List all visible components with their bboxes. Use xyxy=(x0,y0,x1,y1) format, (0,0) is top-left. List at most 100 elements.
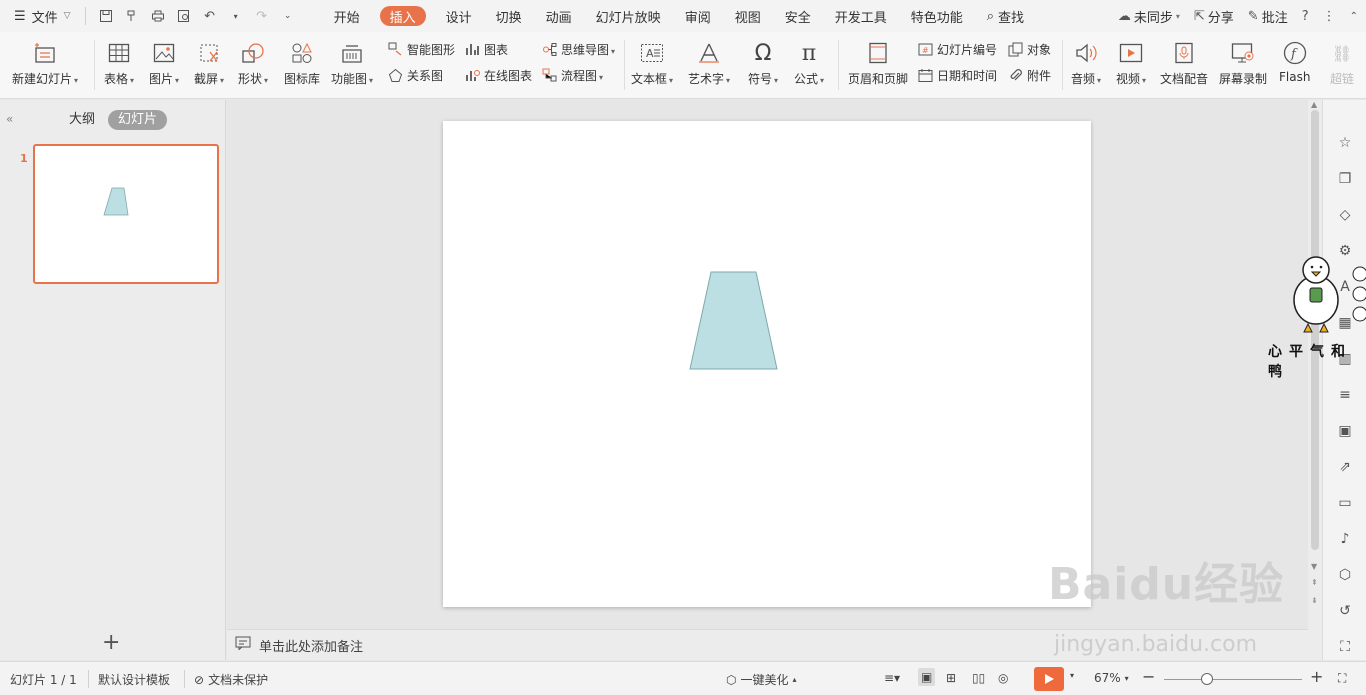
header-footer-button[interactable]: 页眉和页脚 xyxy=(848,40,908,87)
tab-home[interactable]: 开始 xyxy=(322,0,372,32)
relation-chart-button[interactable]: 关系图 xyxy=(388,67,443,84)
fullscreen-icon[interactable]: ⛶ xyxy=(1336,638,1354,656)
screenshot-button[interactable]: 截屏 xyxy=(194,40,224,87)
function-chart-button[interactable]: 功能图 xyxy=(331,40,373,87)
screen-record-button[interactable]: 屏幕录制 xyxy=(1219,40,1267,87)
tab-review[interactable]: 审阅 xyxy=(673,0,723,32)
slide-content xyxy=(689,271,778,370)
scroll-up-icon[interactable]: ▲ xyxy=(1311,100,1317,109)
play-options-icon[interactable]: ▾ xyxy=(1070,671,1074,680)
tab-slideshow[interactable]: 幻灯片放映 xyxy=(584,0,673,32)
notes-placeholder[interactable]: 单击此处添加备注 xyxy=(259,636,363,655)
tab-developer[interactable]: 开发工具 xyxy=(823,0,899,32)
new-slide-button[interactable]: 新建幻灯片 xyxy=(12,40,78,87)
collapse-ribbon-icon[interactable]: ⌃ xyxy=(1350,11,1358,22)
text-box-button[interactable]: A 文本框 xyxy=(631,40,673,87)
flow-chart-button[interactable]: 流程图 xyxy=(542,67,603,84)
zoom-level[interactable]: 67% ▾ xyxy=(1094,671,1129,685)
fit-window-icon[interactable]: ⛶ xyxy=(1338,671,1346,686)
slides-panel: « 大纲 幻灯片 1 + xyxy=(0,100,226,660)
collapse-panel-icon[interactable]: « xyxy=(6,112,13,126)
volume-icon[interactable]: ♪ xyxy=(1336,530,1354,548)
export-icon[interactable]: ⇗ xyxy=(1336,458,1354,476)
file-menu[interactable]: ☰ 文件 ▽ xyxy=(0,0,81,32)
align-menu-icon[interactable]: ≡▾ xyxy=(884,671,900,685)
format-painter-icon[interactable] xyxy=(124,8,140,24)
smart-shape-icon xyxy=(388,42,403,57)
tab-security[interactable]: 安全 xyxy=(773,0,823,32)
mind-map-button[interactable]: 思维导图 xyxy=(542,41,615,58)
comment-button[interactable]: ✎ 批注 xyxy=(1248,7,1288,26)
video-button[interactable]: 视频 xyxy=(1116,40,1146,87)
tab-view[interactable]: 视图 xyxy=(723,0,773,32)
zoom-in-icon[interactable]: + xyxy=(1310,667,1323,686)
beautify-button[interactable]: ⬡ 一键美化 ▴ xyxy=(726,671,797,688)
symbol-button[interactable]: Ω 符号 xyxy=(748,40,778,87)
undo-icon[interactable]: ↶ xyxy=(202,8,218,24)
sliders-icon[interactable]: ≡ xyxy=(1336,386,1354,404)
print-preview-icon[interactable] xyxy=(176,8,192,24)
flash-button[interactable]: f Flash xyxy=(1279,40,1310,84)
history-icon[interactable]: ↺ xyxy=(1336,602,1354,620)
trapezoid-shape[interactable] xyxy=(689,271,778,370)
star-icon[interactable]: ☆ xyxy=(1336,134,1354,152)
slide-sorter-icon[interactable]: ⊞ xyxy=(946,671,956,685)
prev-slide-icon[interactable]: ⇞ xyxy=(1311,578,1318,587)
presenter-view-icon[interactable]: ◎ xyxy=(998,671,1008,685)
chart-button[interactable]: 图表 xyxy=(465,41,508,58)
reading-view-icon[interactable]: ▯▯ xyxy=(972,671,985,685)
play-slideshow-button[interactable] xyxy=(1034,667,1064,691)
date-time-button[interactable]: 日期和时间 xyxy=(918,67,997,84)
share-button[interactable]: ⇱ 分享 xyxy=(1194,7,1234,26)
next-slide-icon[interactable]: ⇟ xyxy=(1311,596,1318,605)
chevron-down-icon: ▽ xyxy=(63,11,71,21)
save-icon[interactable] xyxy=(98,8,114,24)
slide-number-icon: # xyxy=(918,42,933,57)
formula-button[interactable]: π 公式 xyxy=(794,40,824,87)
chevron-down-icon[interactable]: ▾ xyxy=(228,8,244,24)
sync-button[interactable]: ☁ 未同步 ▾ xyxy=(1118,7,1180,26)
more-icon[interactable]: ⋮ xyxy=(1323,9,1336,24)
smart-shape-button[interactable]: 智能图形 xyxy=(388,41,455,58)
shield-icon[interactable]: ⬡ xyxy=(1336,566,1354,584)
tab-animation[interactable]: 动画 xyxy=(534,0,584,32)
doc-dub-button[interactable]: 文档配音 xyxy=(1160,40,1208,87)
tab-features[interactable]: 特色功能 xyxy=(899,0,975,32)
scroll-down-icon[interactable]: ▼ xyxy=(1311,562,1317,571)
print-icon[interactable] xyxy=(150,8,166,24)
tab-transitions[interactable]: 切换 xyxy=(484,0,534,32)
icon-library-button[interactable]: 图标库 xyxy=(284,40,320,87)
tab-outline[interactable]: 大纲 xyxy=(69,110,95,130)
attachment-button[interactable]: 附件 xyxy=(1008,67,1051,84)
tab-insert[interactable]: 插入 xyxy=(379,6,426,26)
table-button[interactable]: 表格 xyxy=(104,40,134,87)
redo-icon[interactable]: ↷ xyxy=(254,8,270,24)
audio-button[interactable]: 音频 xyxy=(1071,40,1101,87)
object-button[interactable]: 对象 xyxy=(1008,41,1051,58)
zoom-slider[interactable] xyxy=(1164,679,1302,680)
slide-canvas[interactable] xyxy=(443,121,1091,607)
art-text-button[interactable]: 艺术字 xyxy=(688,40,730,87)
hyperlink-button[interactable]: ⛓ 超链 xyxy=(1329,40,1355,87)
slide-thumbnail[interactable] xyxy=(33,144,219,284)
customize-toolbar-icon[interactable]: ⌄ xyxy=(280,8,296,24)
tab-slides[interactable]: 幻灯片 xyxy=(108,110,168,130)
online-chart-button[interactable]: 在线图表 xyxy=(465,67,532,84)
help-icon[interactable]: ? xyxy=(1302,9,1309,24)
zoom-slider-knob[interactable] xyxy=(1201,673,1213,685)
search-button[interactable]: ⌕ 查找 xyxy=(975,0,1036,32)
picture-button[interactable]: 图片 xyxy=(149,40,179,87)
copy-icon[interactable]: ❐ xyxy=(1336,170,1354,188)
archive-icon[interactable]: ▭ xyxy=(1336,494,1354,512)
design-template[interactable]: 默认设计模板 xyxy=(98,671,170,688)
slide-number-button[interactable]: # 幻灯片编号 xyxy=(918,41,997,58)
zoom-out-icon[interactable]: − xyxy=(1142,667,1155,686)
shape-button[interactable]: 形状 xyxy=(238,40,268,87)
normal-view-icon[interactable]: ▣ xyxy=(918,668,936,686)
document-protection[interactable]: ⊘ 文档未保护 xyxy=(194,671,268,688)
online-chart-icon xyxy=(465,68,480,83)
tab-design[interactable]: 设计 xyxy=(434,0,484,32)
image-gallery-icon[interactable]: ▣ xyxy=(1336,422,1354,440)
add-slide-button[interactable]: + xyxy=(102,630,120,655)
shape-panel-icon[interactable]: ◇ xyxy=(1336,206,1354,224)
